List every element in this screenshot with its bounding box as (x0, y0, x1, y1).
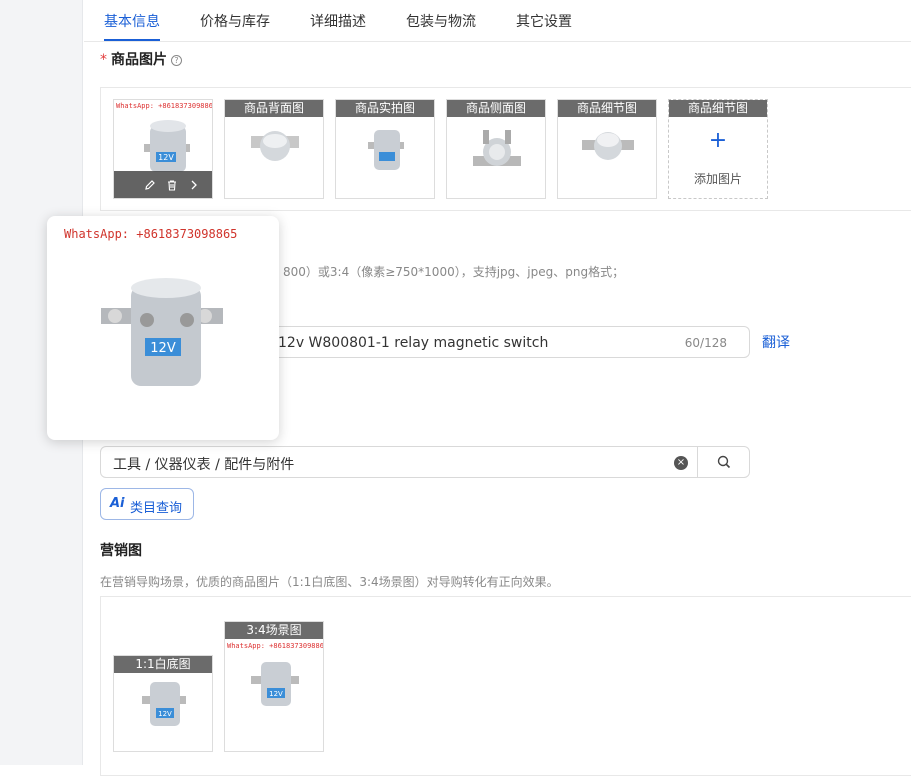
marketing-images-panel: 1:1白底图 12V 3:4场景图 WhatsApp: +86183730988… (100, 596, 911, 776)
tab-packaging-logistics[interactable]: 包装与物流 (406, 11, 476, 31)
clear-icon[interactable]: × (674, 456, 688, 470)
category-search-button[interactable] (697, 447, 750, 477)
add-image-label: 添加图片 (693, 172, 742, 186)
svg-text:12V: 12V (158, 710, 172, 718)
add-image-slot[interactable]: 商品细节图 + 添加图片 (668, 99, 768, 199)
tab-price-stock[interactable]: 价格与库存 (200, 11, 270, 31)
active-tab-indicator (104, 39, 160, 41)
image-slot-detail[interactable]: 商品细节图 (557, 99, 657, 199)
marketing-slot-white-bg[interactable]: 1:1白底图 12V (113, 655, 213, 752)
image-slot-side[interactable]: 商品侧面图 (446, 99, 546, 199)
tab-other-settings[interactable]: 其它设置 (516, 11, 572, 31)
tab-basic-info[interactable]: 基本信息 (104, 11, 160, 31)
ai-icon: Ai (110, 496, 125, 511)
svg-text:12V: 12V (158, 153, 174, 162)
ai-category-query-button[interactable]: Ai 类目查询 (100, 488, 194, 520)
search-icon (717, 455, 731, 469)
category-input[interactable]: 工具 / 仪器仪表 / 配件与附件 × (100, 446, 750, 478)
relay-thumbnail (251, 131, 299, 161)
required-mark: * (100, 52, 107, 68)
tab-bar: 基本信息 价格与库存 详细描述 包装与物流 其它设置 (84, 0, 911, 42)
svg-text:12V: 12V (269, 690, 283, 698)
relay-thumbnail (582, 132, 634, 160)
main-image-slot[interactable]: WhatsApp: +8618373098865 12V (113, 99, 213, 199)
relay-thumbnail (368, 130, 404, 170)
slot-label: 商品细节图 (669, 100, 767, 117)
marketing-images-heading: 营销图 (100, 543, 142, 559)
relay-thumbnail (473, 130, 521, 166)
translate-link[interactable]: 翻译 (762, 332, 790, 352)
relay-thumbnail: 12V (251, 662, 299, 706)
image-actions-bar (114, 171, 212, 198)
image-slot-back[interactable]: 商品背面图 (224, 99, 324, 199)
plus-icon: + (708, 128, 728, 153)
product-images-heading: * 商品图片? (100, 49, 182, 69)
tab-detail-description[interactable]: 详细描述 (310, 11, 366, 31)
product-images-panel: WhatsApp: +8618373098865 12V 商品背面图 商品实拍图… (100, 87, 911, 211)
image-preview-popover: WhatsApp: +8618373098865 12V (47, 216, 279, 440)
delete-icon[interactable] (166, 179, 178, 191)
category-value: 工具 / 仪器仪表 / 配件与附件 (113, 457, 295, 473)
image-format-hint: 800）或3:4（像素≥750*1000），支持jpg、jpeg、png格式； (283, 265, 625, 279)
edit-icon[interactable] (144, 179, 156, 191)
product-title-input[interactable]: 12v W800801-1 relay magnetic switch 60/1… (260, 326, 750, 358)
char-count: 60/128 (684, 336, 727, 350)
marketing-slot-scene[interactable]: 3:4场景图 WhatsApp: +8618373098865 12V (224, 621, 324, 752)
relay-preview-image: 12V (101, 278, 223, 386)
chevron-right-icon[interactable] (188, 179, 200, 191)
question-circle-icon[interactable]: ? (171, 54, 182, 66)
preview-voltage-badge: 12V (150, 341, 176, 356)
image-slot-actual[interactable]: 商品实拍图 (335, 99, 435, 199)
ai-category-query-label: 类目查询 (130, 501, 183, 516)
product-images-label: 商品图片 (111, 52, 167, 68)
marketing-hint: 在营销导购场景，优质的商品图片（1:1白底图、3:4场景图）对导购转化有正向效果… (100, 575, 559, 589)
relay-thumbnail: 12V (142, 682, 186, 726)
product-title-value: 12v W800801-1 relay magnetic switch (278, 335, 549, 351)
